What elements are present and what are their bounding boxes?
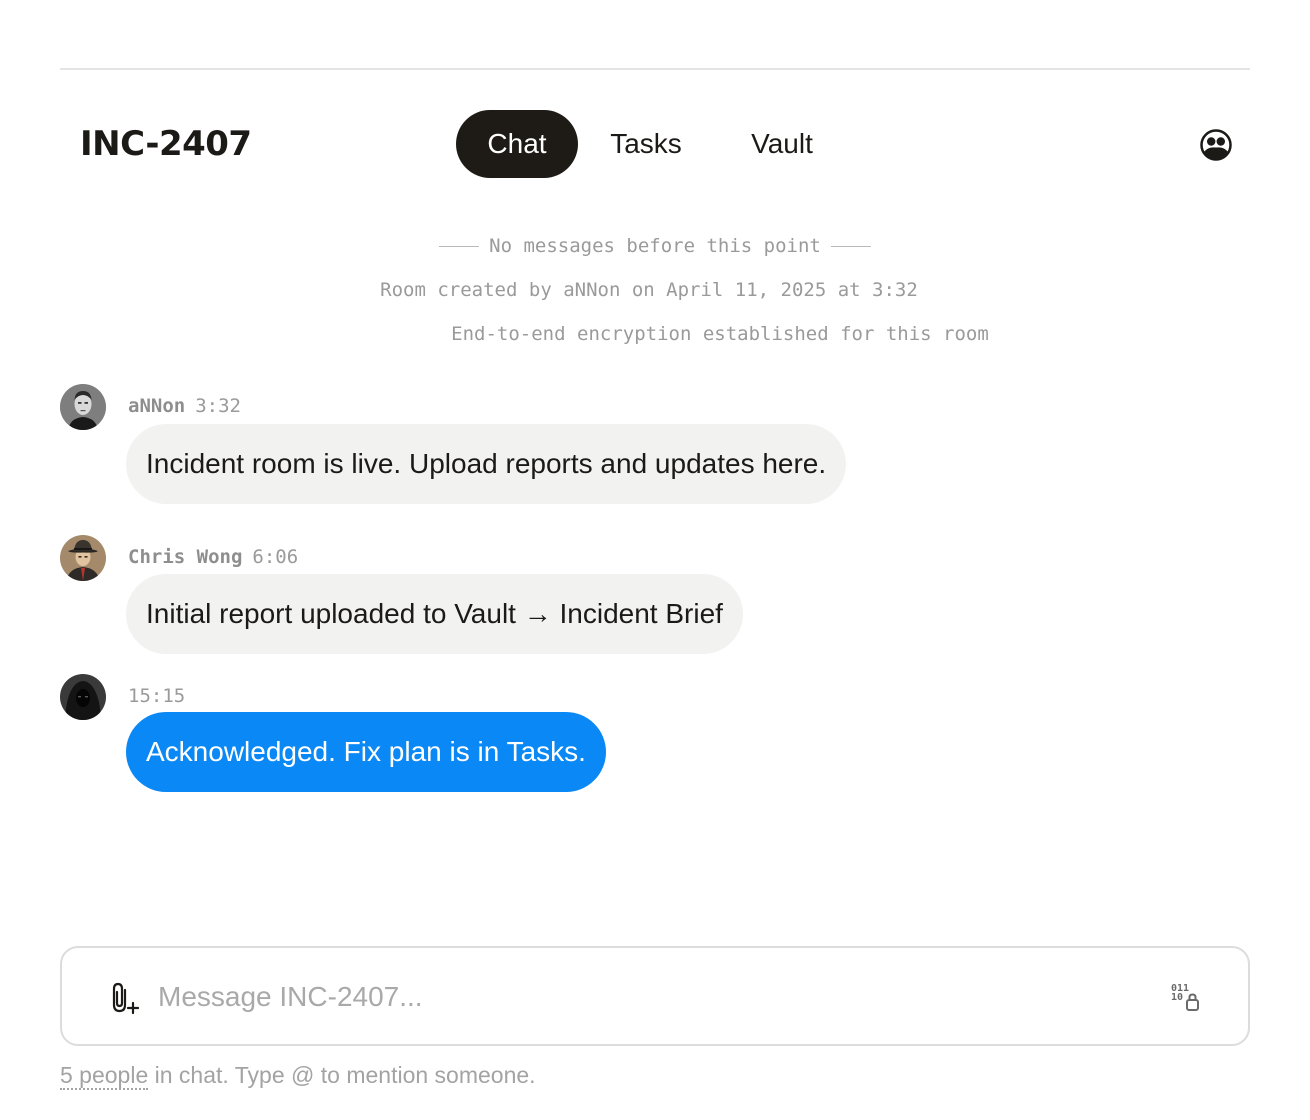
avatar[interactable]: [60, 535, 106, 581]
history-start-text: No messages before this point: [489, 235, 821, 257]
history-start-notice: No messages before this point: [0, 235, 1310, 257]
room-created-notice: Room created by aNNon on April 11, 2025 …: [380, 279, 918, 301]
message-meta: aNNon 3:32: [128, 395, 241, 417]
room-title: INC-2407: [80, 124, 252, 164]
tab-vault[interactable]: Vault: [714, 110, 850, 178]
message-time: 3:32: [195, 395, 241, 417]
encryption-notice: End-to-end encryption established for th…: [451, 323, 989, 345]
tab-bar: Chat Tasks Vault: [456, 110, 850, 178]
message-meta: 15:15: [128, 685, 185, 707]
tab-chat[interactable]: Chat: [456, 110, 578, 178]
message-time: 6:06: [252, 546, 299, 568]
svg-text:10: 10: [1171, 992, 1183, 1003]
avatar[interactable]: [60, 674, 106, 720]
message-time: 15:15: [128, 685, 186, 707]
message-bubble: Initial report uploaded to Vault → Incid…: [126, 574, 743, 654]
room-header: INC-2407 Chat Tasks Vault: [0, 108, 1310, 180]
chat-window: INC-2407 Chat Tasks Vault No messages be…: [0, 0, 1310, 1120]
message-bubble: Incident room is live. Upload reports an…: [126, 424, 847, 504]
composer-hint: 5 people in chat. Type @ to mention some…: [60, 1062, 536, 1090]
message-bubble-own: Acknowledged. Fix plan is in Tasks.: [126, 712, 606, 792]
binary-lock-icon[interactable]: 011 10: [1168, 980, 1204, 1016]
message-input[interactable]: [158, 972, 1138, 1022]
divider-line: [439, 246, 480, 247]
divider-line: [830, 246, 871, 247]
paperclip-plus-icon[interactable]: [106, 980, 142, 1016]
message-author[interactable]: aNNon: [128, 395, 185, 417]
people-count-link[interactable]: 5 people: [60, 1062, 149, 1090]
top-divider: [60, 68, 1250, 70]
message-author[interactable]: Chris Wong: [128, 546, 242, 568]
people-icon[interactable]: [1199, 128, 1233, 162]
message-meta: Chris Wong 6:06: [128, 546, 298, 568]
composer-hint-text: in chat. Type @ to mention someone.: [148, 1062, 536, 1088]
avatar[interactable]: [60, 384, 106, 430]
tab-tasks[interactable]: Tasks: [578, 110, 714, 178]
message-composer: 011 10: [60, 946, 1250, 1046]
